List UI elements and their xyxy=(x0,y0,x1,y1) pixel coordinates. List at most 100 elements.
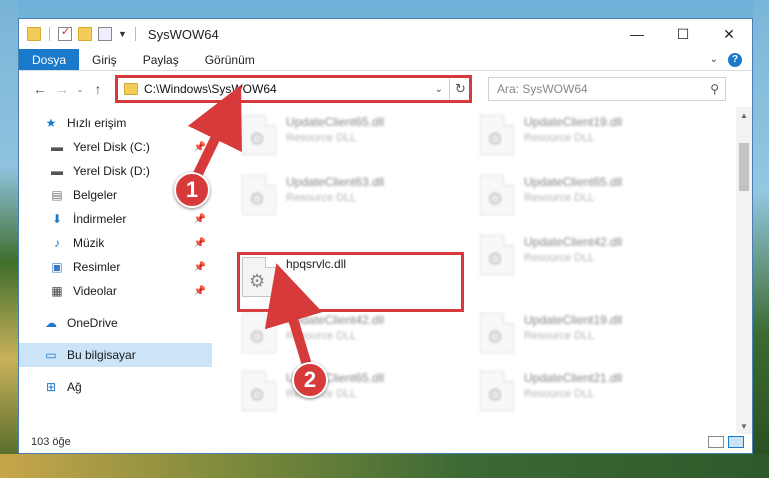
scroll-up-icon[interactable]: ▲ xyxy=(736,107,752,123)
sidebar-item-label: Yerel Disk (C:) xyxy=(73,140,150,154)
sidebar-item-videos[interactable]: ▦ Videolar 📌 xyxy=(19,279,212,303)
drive-icon: ▬ xyxy=(51,140,63,154)
ribbon-tabs: Dosya Giriş Paylaş Görünüm ⌄ ? xyxy=(19,49,752,71)
sidebar-item-label: Yerel Disk (D:) xyxy=(73,164,150,178)
refresh-icon[interactable]: ↻ xyxy=(449,78,471,100)
file-type: Resource DLL xyxy=(286,132,357,144)
quick-access-dropdown-icon[interactable]: ▼ xyxy=(118,29,127,39)
dll-file-icon: ⚙ xyxy=(480,115,514,155)
file-type: Resource DLL xyxy=(524,132,595,144)
computer-icon: ▭ xyxy=(45,348,57,362)
view-toggle xyxy=(708,436,752,448)
network-icon: ⊞ xyxy=(45,380,57,394)
download-icon: ⬇ xyxy=(51,212,63,226)
properties-icon[interactable] xyxy=(58,25,72,41)
sidebar-item-downloads[interactable]: ⬇ İndirmeler 📌 xyxy=(19,207,212,231)
file-name: UpdateClient42.dll xyxy=(286,313,385,327)
sidebar-item-local-disk-c[interactable]: ▬ Yerel Disk (C:) 📌 xyxy=(19,135,212,159)
file-item[interactable]: ⚙ UpdateClient42.dll Resource DLL xyxy=(242,313,384,353)
content-area: ★ Hızlı erişim ▬ Yerel Disk (C:) 📌 ▬ Yer… xyxy=(19,107,752,434)
folder-icon xyxy=(124,83,138,95)
cloud-icon: ☁ xyxy=(45,316,57,330)
forward-arrow-icon[interactable]: → xyxy=(51,81,73,97)
sidebar-item-label: Hızlı erişim xyxy=(67,116,127,130)
divider xyxy=(49,27,50,41)
pin-icon: 📌 xyxy=(193,213,206,225)
file-type: Resource DLL xyxy=(286,330,357,342)
large-icons-view-icon[interactable] xyxy=(728,436,744,448)
file-type: Resource DLL xyxy=(524,388,595,400)
tab-share[interactable]: Paylaş xyxy=(130,49,192,70)
tab-file[interactable]: Dosya xyxy=(19,49,80,70)
pin-icon: 📌 xyxy=(193,237,206,249)
drive-icon: ▬ xyxy=(51,164,63,178)
sidebar-item-label: Resimler xyxy=(73,260,121,274)
file-name: UpdateClient65.dll xyxy=(286,115,385,129)
folder-icon[interactable] xyxy=(27,27,41,41)
details-view-icon[interactable] xyxy=(708,436,724,448)
tab-view[interactable]: Görünüm xyxy=(192,49,268,70)
search-icon[interactable]: ⚲ xyxy=(710,82,719,96)
step-2-badge: 2 xyxy=(292,362,328,398)
vertical-scrollbar[interactable]: ▲ ▼ xyxy=(736,107,752,434)
minimize-button[interactable]: — xyxy=(614,19,660,49)
dll-file-icon: ⚙ xyxy=(480,235,514,275)
maximize-button[interactable]: ☐ xyxy=(660,19,706,49)
address-bar[interactable]: C:\Windows\SysWOW64 ⌄ ↻ xyxy=(115,75,472,103)
tab-home[interactable]: Giriş xyxy=(79,49,130,70)
new-folder-icon[interactable] xyxy=(78,27,92,41)
search-input[interactable]: Ara: SysWOW64 ⚲ xyxy=(488,77,726,101)
customize-icon[interactable] xyxy=(98,27,112,41)
sidebar-item-pictures[interactable]: ▣ Resimler 📌 xyxy=(19,255,212,279)
sidebar-item-label: Ağ xyxy=(67,380,82,394)
dll-file-icon: ⚙ xyxy=(242,175,276,215)
sidebar-item-onedrive[interactable]: ☁ OneDrive xyxy=(19,311,212,335)
help-icon[interactable]: ? xyxy=(728,52,742,67)
file-item[interactable]: ⚙ UpdateClient19.dll Resource DLL xyxy=(480,115,622,155)
file-item[interactable]: ⚙ UpdateClient63.dll Resource DLL xyxy=(242,175,384,215)
dll-file-icon: ⚙ xyxy=(480,175,514,215)
file-type: Resource DLL xyxy=(524,192,595,204)
address-dropdown-icon[interactable]: ⌄ xyxy=(435,84,443,95)
file-item[interactable]: ⚙ UpdateClient65.dll Resource DLL xyxy=(242,115,384,155)
up-arrow-icon[interactable]: ↑ xyxy=(87,81,109,97)
file-name: UpdateClient19.dll xyxy=(524,313,623,327)
expand-ribbon-icon[interactable]: ⌄ xyxy=(710,54,718,65)
address-path[interactable]: C:\Windows\SysWOW64 xyxy=(144,82,277,96)
file-item[interactable]: ⚙ UpdateClient19.dll Resource DLL xyxy=(480,313,622,353)
dll-file-icon: ⚙ xyxy=(242,371,276,411)
back-arrow-icon[interactable]: ← xyxy=(29,81,51,97)
dll-file-icon: ⚙ xyxy=(242,313,276,353)
recent-locations-dropdown-icon[interactable]: ⌄ xyxy=(73,84,87,95)
documents-icon: ▤ xyxy=(51,188,63,202)
step-1-badge: 1 xyxy=(174,172,210,208)
file-item[interactable]: ⚙ UpdateClient42.dll Resource DLL xyxy=(480,235,622,275)
desktop-background-right xyxy=(753,0,769,478)
quick-access-toolbar: ▼ xyxy=(19,25,138,41)
file-name: UpdateClient63.dll xyxy=(286,175,385,189)
pictures-icon: ▣ xyxy=(51,260,63,274)
pin-icon: 📌 xyxy=(193,261,206,273)
sidebar-item-this-pc[interactable]: ▭ Bu bilgisayar xyxy=(19,343,212,367)
file-name: UpdateClient65.dll xyxy=(524,175,623,189)
close-button[interactable]: ✕ xyxy=(706,19,752,49)
search-placeholder: Ara: SysWOW64 xyxy=(497,82,588,96)
item-count: 103 öğe xyxy=(31,436,71,448)
desktop-background-left xyxy=(0,0,18,478)
file-item[interactable]: ⚙ UpdateClient21.dll Resource DLL xyxy=(480,371,622,411)
explorer-window: ▼ SysWOW64 — ☐ ✕ Dosya Giriş Paylaş Görü… xyxy=(18,18,753,454)
sidebar-item-label: OneDrive xyxy=(67,316,118,330)
sidebar-item-quick-access[interactable]: ★ Hızlı erişim xyxy=(19,111,212,135)
file-item[interactable]: ⚙ UpdateClient65.dll Resource DLL xyxy=(480,175,622,215)
scroll-thumb[interactable] xyxy=(739,143,749,191)
file-name: UpdateClient42.dll xyxy=(524,235,623,249)
file-name: UpdateClient21.dll xyxy=(524,371,623,385)
sidebar-item-label: Belgeler xyxy=(73,188,118,202)
videos-icon: ▦ xyxy=(51,284,63,298)
sidebar-item-network[interactable]: ⊞ Ağ xyxy=(19,375,212,399)
sidebar-item-music[interactable]: ♪ Müzik 📌 xyxy=(19,231,212,255)
sidebar-item-label: Videolar xyxy=(73,284,117,298)
window-controls: — ☐ ✕ xyxy=(614,19,752,49)
music-icon: ♪ xyxy=(54,236,60,250)
dll-file-icon: ⚙ xyxy=(480,371,514,411)
